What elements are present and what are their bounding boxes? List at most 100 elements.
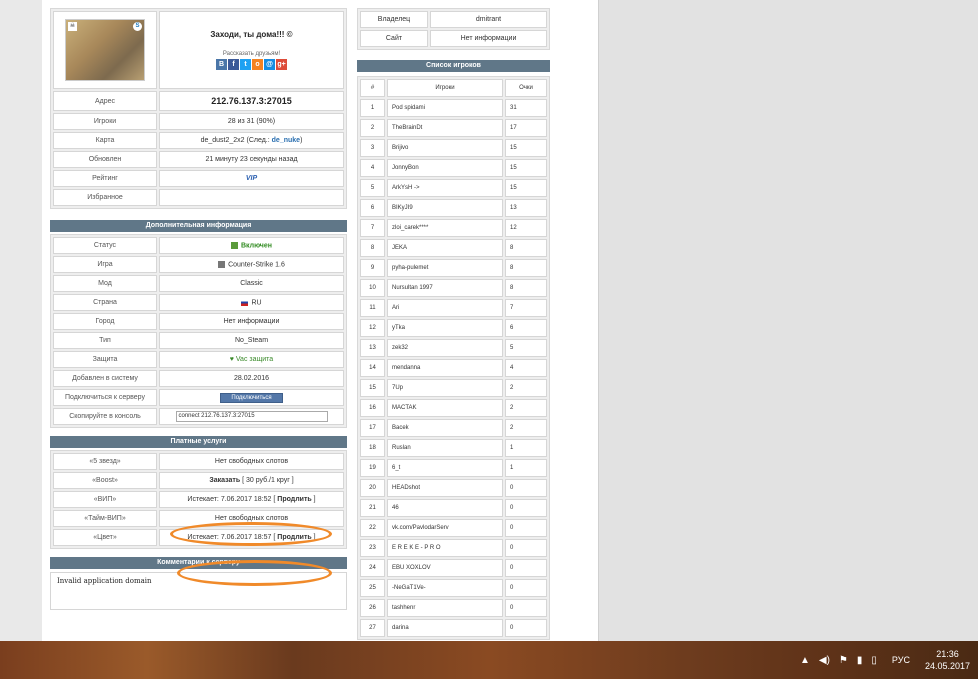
highlight-oval: [170, 522, 332, 546]
owner-value[interactable]: dmitrant: [430, 11, 547, 28]
player-rank: 11: [360, 299, 385, 317]
page-background-left: [0, 0, 42, 641]
player-name: Pod spidami: [387, 99, 503, 117]
type-key: Тип: [53, 332, 157, 349]
five-stars-key: «5 звезд»: [53, 453, 157, 470]
player-rank: 23: [360, 539, 385, 557]
table-row: 6 BIKyJI9 13: [360, 199, 547, 217]
player-rank: 5: [360, 179, 385, 197]
console-cell: connect 212.76.137.3:27015: [159, 408, 344, 425]
show-hidden-icons-icon[interactable]: ▲: [800, 655, 810, 666]
player-rank: 24: [360, 559, 385, 577]
facebook-share-icon[interactable]: f: [228, 59, 239, 70]
boost-value: Заказать [ 30 руб./1 круг ]: [159, 472, 344, 489]
network-signal-icon[interactable]: ▮: [857, 655, 863, 666]
vip-extend-link[interactable]: Продлить: [277, 496, 311, 503]
player-name: tashhenr: [387, 599, 503, 617]
player-name: MACTAK: [387, 399, 503, 417]
player-name: ArkYsH ->: [387, 179, 503, 197]
player-rank: 19: [360, 459, 385, 477]
page-background-right: [598, 0, 978, 641]
input-language-indicator[interactable]: РУС: [892, 655, 910, 665]
game-value: Counter-Strike 1.6: [159, 256, 344, 273]
boost-key: «Boost»: [53, 472, 157, 489]
time-vip-key: «Тайм-ВИП»: [53, 510, 157, 527]
column-header-player: Игроки: [387, 79, 503, 97]
player-rank: 15: [360, 379, 385, 397]
rating-value: VIP: [159, 170, 344, 187]
player-score: 17: [505, 119, 547, 137]
boost-order-link[interactable]: Заказать: [209, 477, 240, 484]
battery-icon[interactable]: ▯: [871, 655, 877, 666]
favorite-value[interactable]: [159, 189, 344, 206]
vk-share-icon[interactable]: В: [216, 59, 227, 70]
player-score: 0: [505, 539, 547, 557]
volume-icon[interactable]: ◀): [819, 655, 830, 666]
color-key: «Цвет»: [53, 529, 157, 546]
console-key: Скопируйте в консоль: [53, 408, 157, 425]
player-name: vk.com/PavlodarServ: [387, 519, 503, 537]
social-share-buttons: В f t о @ g+: [163, 59, 340, 70]
table-row: 2 TheBrainDt 17: [360, 119, 547, 137]
action-center-flag-icon[interactable]: ⚑: [839, 655, 848, 666]
googleplus-share-icon[interactable]: g+: [276, 59, 287, 70]
highlight-oval: [177, 560, 332, 586]
player-name: zek32: [387, 339, 503, 357]
player-rank: 7: [360, 219, 385, 237]
owner-table: Владелец dmitrant Сайт Нет информации: [357, 8, 550, 50]
connect-key: Подключиться к серверу: [53, 389, 157, 406]
player-score: 15: [505, 139, 547, 157]
twitter-share-icon[interactable]: t: [240, 59, 251, 70]
player-rank: 21: [360, 499, 385, 517]
game-key: Игра: [53, 256, 157, 273]
player-score: 0: [505, 479, 547, 497]
updated-key: Обновлен: [53, 151, 157, 168]
table-row: 5 ArkYsH -> 15: [360, 179, 547, 197]
clock-date: 24.05.2017: [924, 661, 970, 671]
player-score: 12: [505, 219, 547, 237]
table-row: 24 EBU XOXLOV 0: [360, 559, 547, 577]
player-name: Ari: [387, 299, 503, 317]
player-name: E R E K E - P R O: [387, 539, 503, 557]
player-score: 0: [505, 619, 547, 637]
address-value: 212.76.137.3:27015: [159, 91, 344, 111]
player-name: pyha-pulemet: [387, 259, 503, 277]
player-rank: 27: [360, 619, 385, 637]
player-name: BIKyJI9: [387, 199, 503, 217]
site-key: Сайт: [360, 30, 428, 47]
player-name: zloi_carek****: [387, 219, 503, 237]
next-map-link[interactable]: de_nuke: [272, 137, 300, 144]
players-value: 28 из 31 (90%): [159, 113, 344, 130]
player-name: Brijivo: [387, 139, 503, 157]
country-value: RU: [159, 294, 344, 311]
owner-key: Владелец: [360, 11, 428, 28]
player-score: 15: [505, 159, 547, 177]
player-name: Nursultan 1997: [387, 279, 503, 297]
connect-button[interactable]: Подключиться: [220, 392, 283, 403]
table-row: 13 zek32 5: [360, 339, 547, 357]
player-name: darina: [387, 619, 503, 637]
player-score: 2: [505, 399, 547, 417]
odnoklassniki-share-icon[interactable]: о: [252, 59, 263, 70]
map-key: Карта: [53, 132, 157, 149]
connect-cell: Подключиться: [159, 389, 344, 406]
added-key: Добавлен в систему: [53, 370, 157, 387]
player-rank: 1: [360, 99, 385, 117]
table-row: 21 46 0: [360, 499, 547, 517]
player-rank: 6: [360, 199, 385, 217]
server-address[interactable]: 212.76.137.3:27015: [211, 96, 292, 106]
table-row: 25 -NeGaT1Ve- 0: [360, 579, 547, 597]
table-row: 18 Ruslan 1: [360, 439, 547, 457]
status-value: Включен: [159, 237, 344, 254]
player-score: 8: [505, 259, 547, 277]
server-welcome-cell: Заходи, ты дома!!! © Рассказать друзьям!…: [159, 11, 344, 89]
system-clock[interactable]: 21:36 24.05.2017: [925, 648, 970, 672]
clock-time: 21:36: [936, 649, 959, 659]
table-row: 17 Bacek 2: [360, 419, 547, 437]
console-command-field[interactable]: connect 212.76.137.3:27015: [175, 411, 328, 422]
table-row: 4 JonnyBon 15: [360, 159, 547, 177]
cs-game-icon: ☠: [68, 22, 77, 31]
mailru-share-icon[interactable]: @: [264, 59, 275, 70]
player-score: 0: [505, 519, 547, 537]
player-name: Ruslan: [387, 439, 503, 457]
